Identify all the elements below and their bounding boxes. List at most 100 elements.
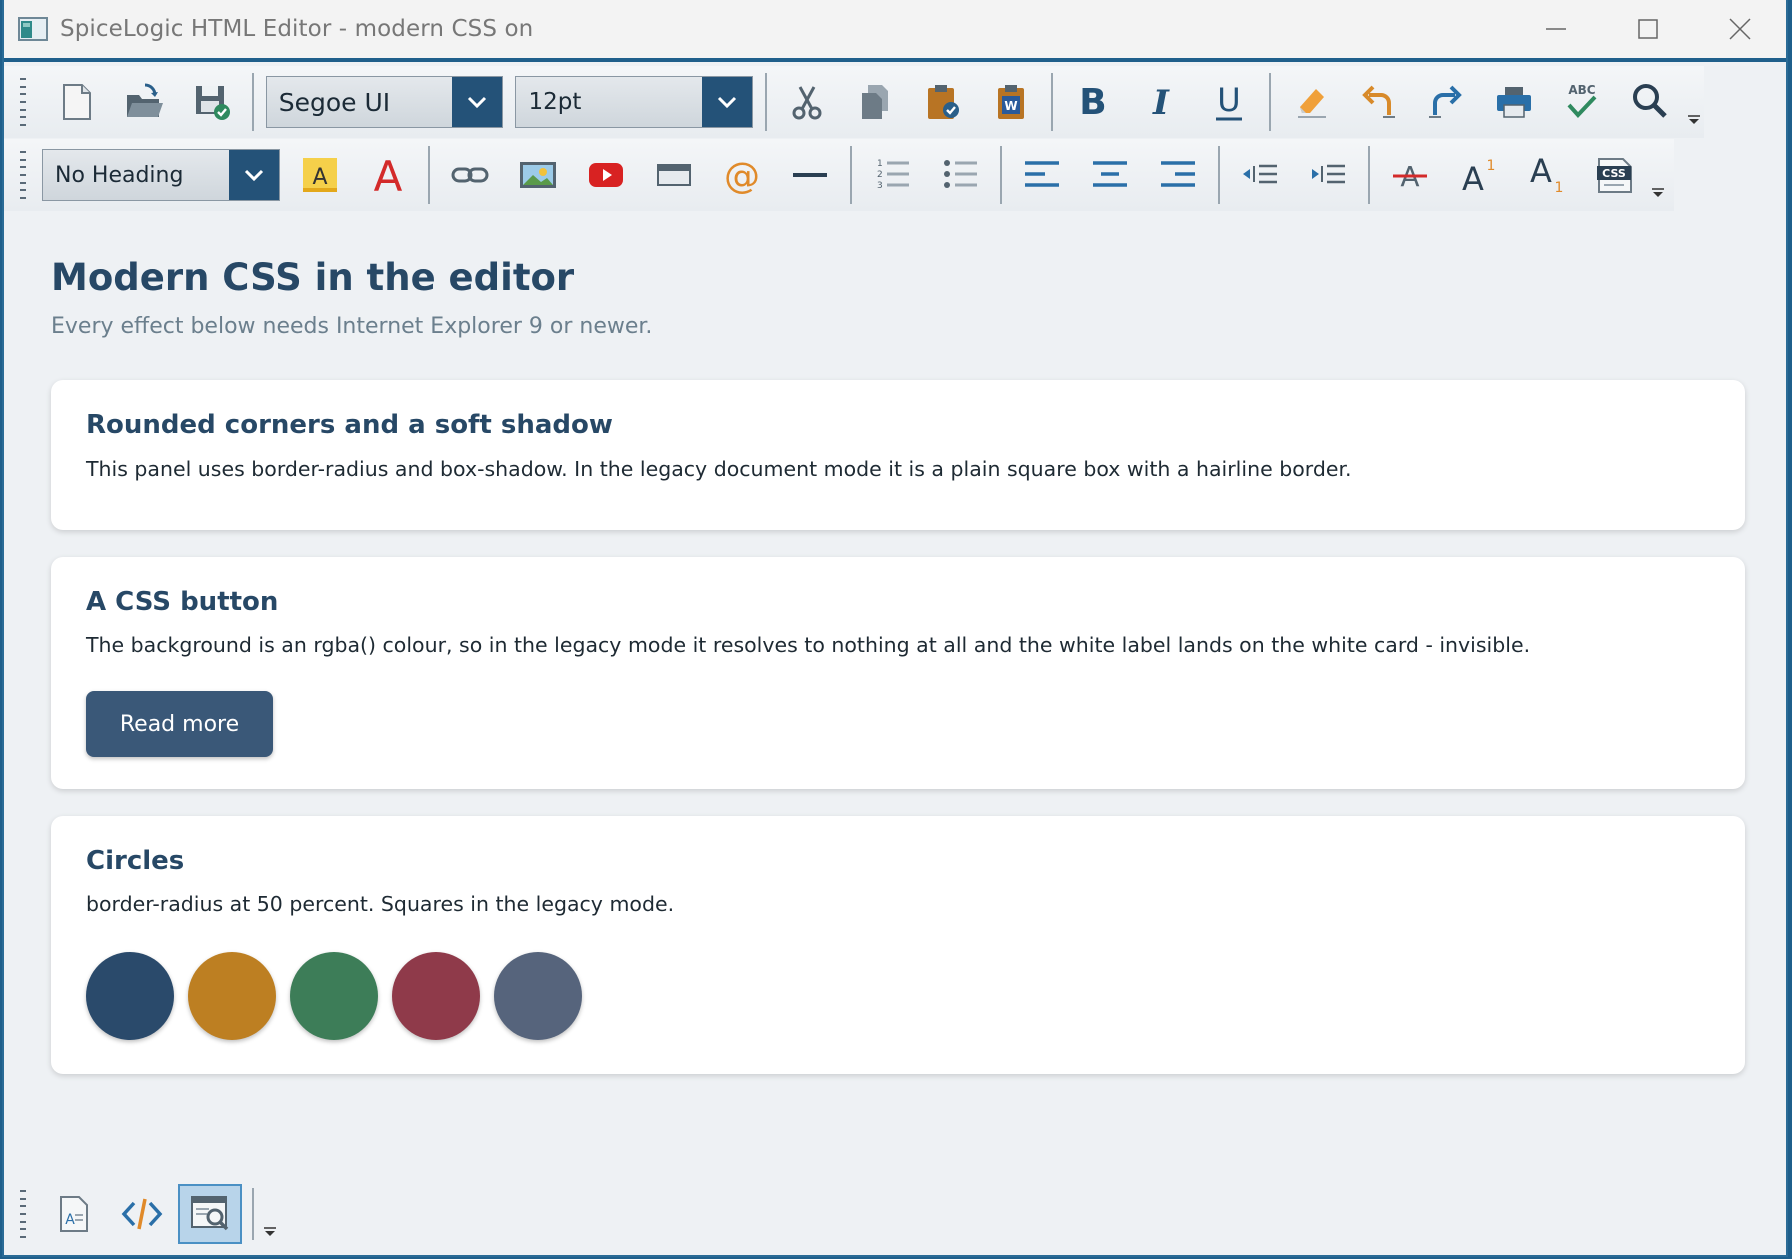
heading-select[interactable]: No Heading <box>42 149 280 201</box>
view-mode-bar: A <box>4 1178 294 1250</box>
bold-button[interactable]: B <box>1059 72 1127 132</box>
redo-button[interactable] <box>1412 72 1480 132</box>
indent-button[interactable] <box>1294 145 1362 205</box>
clear-formatting-button[interactable] <box>1277 72 1345 132</box>
chevron-down-icon[interactable] <box>452 77 503 127</box>
design-view-button[interactable]: A <box>42 1184 106 1244</box>
new-document-button[interactable] <box>42 72 110 132</box>
main-toolbar: Segoe UI 12pt W B I U ABC <box>4 66 1704 138</box>
toolbar-separator <box>850 146 852 204</box>
insert-link-button[interactable] <box>436 145 504 205</box>
align-right-button[interactable] <box>1144 145 1212 205</box>
undo-icon <box>1362 85 1396 118</box>
font-size-select[interactable]: 12pt <box>515 76 754 128</box>
toolbar-separator <box>1050 73 1053 131</box>
print-button[interactable] <box>1480 72 1548 132</box>
find-button[interactable] <box>1616 72 1684 132</box>
preview-icon <box>191 1196 229 1231</box>
highlight-color-button[interactable]: A <box>286 145 354 205</box>
spellcheck-icon: ABC <box>1567 83 1597 118</box>
insert-video-button[interactable] <box>572 145 640 205</box>
toolbar-grip[interactable] <box>20 151 30 199</box>
horizontal-rule-icon <box>793 173 827 177</box>
font-family-select[interactable]: Segoe UI <box>265 76 504 128</box>
read-more-button[interactable]: Read more <box>86 691 273 757</box>
preview-view-button[interactable] <box>178 1184 242 1244</box>
italic-button[interactable]: I <box>1127 72 1195 132</box>
align-right-icon <box>1161 161 1195 187</box>
maximize-button[interactable] <box>1602 0 1694 58</box>
strikethrough-button[interactable]: A <box>1376 145 1444 205</box>
insert-form-field-button[interactable] <box>640 145 708 205</box>
overflow-chevron-icon <box>1652 188 1664 197</box>
title-bar[interactable]: SpiceLogic HTML Editor - modern CSS on <box>4 0 1786 58</box>
toolbar-grip[interactable] <box>20 78 30 126</box>
bold-icon: B <box>1079 82 1106 123</box>
svg-text:I: I <box>1152 83 1170 123</box>
outdent-icon <box>1243 164 1277 184</box>
cut-button[interactable] <box>773 72 841 132</box>
copy-icon <box>862 85 889 119</box>
eraser-icon <box>1297 89 1326 118</box>
open-button[interactable] <box>110 72 178 132</box>
bulleted-list-button[interactable] <box>926 145 994 205</box>
word-paste-icon: W <box>997 85 1024 119</box>
align-center-button[interactable] <box>1076 145 1144 205</box>
align-left-button[interactable] <box>1008 145 1076 205</box>
edit-css-button[interactable]: CSS <box>1580 145 1648 205</box>
minimize-icon <box>1546 28 1566 30</box>
toolbar-overflow-button[interactable] <box>1684 72 1704 132</box>
title-divider <box>4 58 1786 62</box>
insert-image-button[interactable] <box>504 145 572 205</box>
design-view-icon: A <box>60 1196 88 1232</box>
undo-button[interactable] <box>1345 72 1413 132</box>
superscript-button[interactable]: A1 <box>1444 145 1512 205</box>
color-circle <box>86 952 174 1040</box>
font-color-button[interactable]: A <box>354 145 422 205</box>
toolbar-overflow-button[interactable] <box>1648 145 1668 205</box>
toolbar-separator <box>1368 146 1370 204</box>
spellcheck-button[interactable]: ABC <box>1548 72 1616 132</box>
chevron-down-icon[interactable] <box>702 77 753 127</box>
subscript-button[interactable]: A1 <box>1512 145 1580 205</box>
toolbar-grip[interactable] <box>20 1190 30 1238</box>
underline-button[interactable]: U <box>1195 72 1263 132</box>
svg-text:W: W <box>1004 99 1017 113</box>
numbered-list-button[interactable]: 123 <box>858 145 926 205</box>
copy-button[interactable] <box>841 72 909 132</box>
card-text: The background is an rgba() colour, so i… <box>86 633 1531 657</box>
at-sign-icon: @ <box>724 156 760 196</box>
svg-text:1: 1 <box>877 159 883 169</box>
svg-text:1: 1 <box>1555 180 1564 196</box>
insert-horizontal-rule-button[interactable] <box>776 145 844 205</box>
svg-text:A: A <box>65 1212 75 1228</box>
card-text: This panel uses border-radius and box-sh… <box>86 457 1352 481</box>
indent-icon <box>1312 164 1345 184</box>
toolbar-overflow-button[interactable] <box>260 1184 280 1244</box>
redo-icon <box>1429 85 1463 118</box>
outdent-button[interactable] <box>1226 145 1294 205</box>
chevron-down-icon[interactable] <box>229 150 279 200</box>
link-icon <box>451 167 489 183</box>
color-circle <box>188 952 276 1040</box>
toolbar-separator <box>1000 146 1002 204</box>
paste-from-word-button[interactable]: W <box>977 72 1045 132</box>
minimize-button[interactable] <box>1510 0 1602 58</box>
color-circle <box>290 952 378 1040</box>
overflow-chevron-icon <box>264 1227 276 1236</box>
close-button[interactable] <box>1694 0 1786 58</box>
insert-email-button[interactable]: @ <box>708 145 776 205</box>
card-heading: Circles <box>86 846 185 876</box>
highlight-icon: A <box>312 165 327 190</box>
source-view-button[interactable] <box>110 1184 174 1244</box>
paste-button[interactable] <box>909 72 977 132</box>
align-center-icon <box>1093 161 1127 187</box>
color-circle <box>392 952 480 1040</box>
card-text: border-radius at 50 percent. Squares in … <box>86 892 675 916</box>
editor-canvas[interactable]: Modern CSS in the editor Every effect be… <box>4 212 1786 1172</box>
numbered-list-icon: 123 <box>877 159 909 191</box>
youtube-icon <box>589 163 623 187</box>
heading-value: No Heading <box>55 162 184 188</box>
save-button[interactable] <box>178 72 246 132</box>
bulleted-list-icon <box>944 160 977 188</box>
